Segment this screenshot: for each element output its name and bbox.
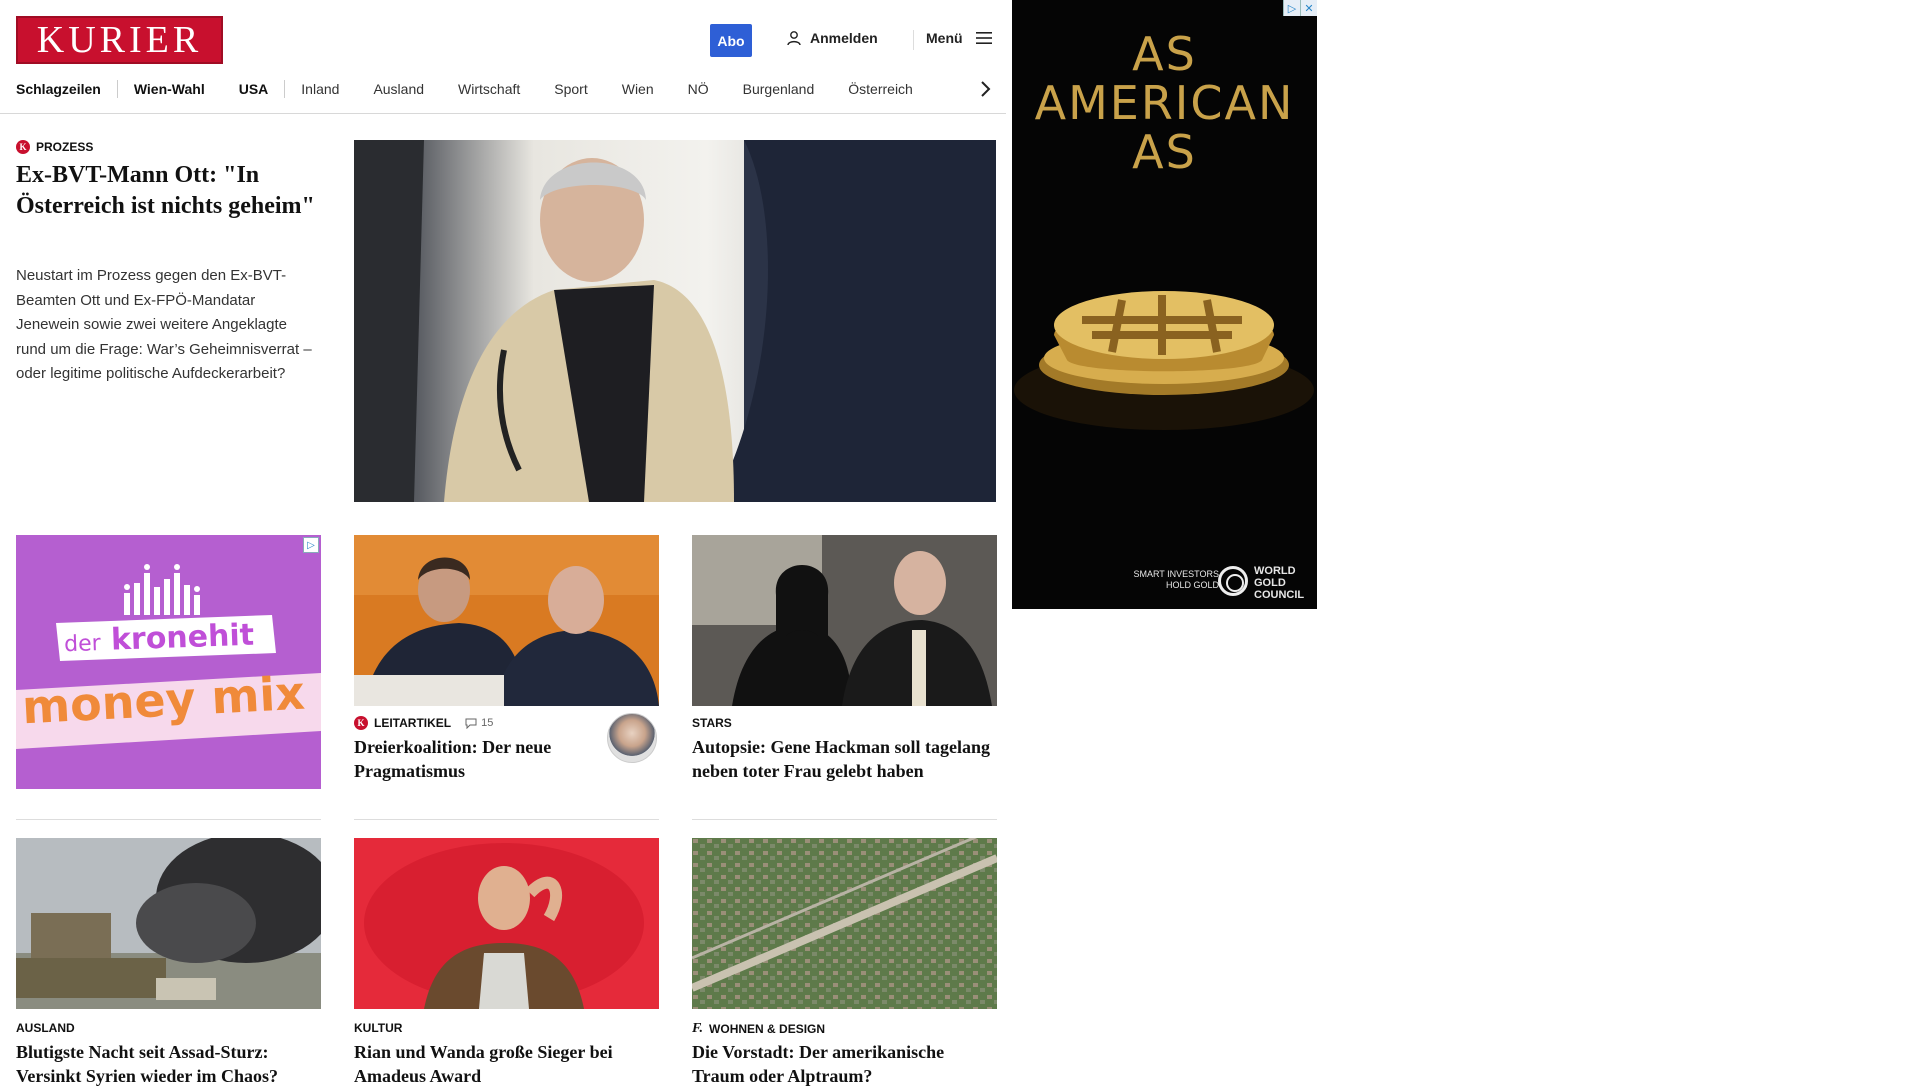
nav-item-wien-wahl[interactable]: Wien-Wahl (134, 81, 205, 97)
comment-icon (465, 718, 477, 729)
nav-item-sport[interactable]: Sport (554, 81, 587, 97)
user-icon (787, 31, 801, 46)
kurier-homepage: KURIER Abo Anmelden Menü Schlagzeilen Wi… (0, 0, 1010, 1086)
lead-headline[interactable]: Ex-BVT-Mann Ott: "In Österreich ist nich… (16, 160, 316, 222)
abo-button[interactable]: Abo (710, 24, 752, 57)
kurier-plus-badge-icon: K (354, 716, 368, 730)
card-kicker-leitartikel: K LEITARTIKEL 15 (354, 716, 493, 730)
comment-count[interactable]: 15 (465, 717, 493, 729)
nav-item-inland[interactable]: Inland (301, 81, 339, 97)
section-nav: Schlagzeilen Wien-Wahl USA Inland Auslan… (16, 76, 1000, 102)
kronehit-ad-line1: der kronehit (63, 617, 255, 660)
ad-brand-line3: COUNCIL (1254, 589, 1305, 601)
world-gold-council-logo-icon (1218, 566, 1248, 596)
card-title-syrien[interactable]: Blutigste Nacht seit Assad-Sturz: Versin… (16, 1040, 321, 1088)
comment-count-value: 15 (481, 717, 494, 729)
card-image-syrien[interactable] (16, 838, 321, 1009)
card-kicker-ausland: AUSLAND (16, 1021, 75, 1035)
menu-label: Menü (926, 30, 963, 46)
card-kicker-label: KULTUR (354, 1021, 403, 1035)
nav-item-ausland[interactable]: Ausland (373, 81, 424, 97)
menu-button[interactable]: Menü (926, 30, 993, 46)
row-divider (692, 819, 997, 820)
lead-teaser[interactable]: Neustart im Prozess gegen den Ex-BVT-Bea… (16, 264, 321, 387)
card-kicker-label: WOHNEN & DESIGN (709, 1022, 826, 1036)
nav-item-wirtschaft[interactable]: Wirtschaft (458, 81, 520, 97)
card-image-dreierkoalition[interactable] (354, 535, 659, 706)
card-title-hackman[interactable]: Autopsie: Gene Hackman soll tagelang neb… (692, 735, 997, 783)
card-title-dreierkoalition[interactable]: Dreierkoalition: Der neue Pragmatismus (354, 735, 584, 783)
nav-divider-line (0, 113, 1006, 114)
ad-brand-line2: GOLD (1254, 577, 1286, 589)
nav-item-schlagzeilen[interactable]: Schlagzeilen (16, 81, 101, 97)
card-title-vorstadt[interactable]: Die Vorstadt: Der amerikanische Traum od… (692, 1040, 997, 1088)
close-icon[interactable]: ✕ (1300, 0, 1317, 16)
row-divider (354, 819, 659, 820)
author-avatar (607, 713, 657, 763)
ad-headline-line3: AS (1132, 125, 1197, 179)
login-button[interactable]: Anmelden (786, 30, 878, 46)
card-kicker-wohnen: f. WOHNEN & DESIGN (692, 1021, 825, 1037)
freizeit-logo-icon: f. (692, 1021, 704, 1036)
card-kicker-label: AUSLAND (16, 1021, 75, 1035)
nav-item-oesterreich[interactable]: Österreich (848, 81, 913, 97)
card-image-hackman[interactable] (692, 535, 997, 706)
kurier-logo[interactable]: KURIER (16, 16, 223, 64)
nav-item-noe[interactable]: NÖ (688, 81, 709, 97)
adchoices-icon[interactable]: ▷ (1283, 0, 1300, 16)
gold-pie-image (1014, 291, 1314, 430)
kronehit-ad[interactable]: ▷ der kronehit money mix (16, 535, 321, 789)
crown-icon (124, 564, 200, 615)
login-label: Anmelden (810, 30, 878, 46)
world-gold-council-ad[interactable]: ▷ ✕ AS AMERICAN AS SMART INVESTORS HOLD … (1012, 0, 1317, 609)
ad-headline-line1: AS (1132, 27, 1197, 81)
lead-kicker-label: PROZESS (36, 140, 94, 154)
card-title-amadeus[interactable]: Rian und Wanda große Sieger bei Amadeus … (354, 1040, 659, 1088)
chevron-right-icon[interactable] (978, 79, 992, 99)
card-kicker-kultur: KULTUR (354, 1021, 402, 1035)
ad-tagline-line2: HOLD GOLD (1165, 580, 1219, 590)
ad-headline-line2: AMERICAN (1034, 76, 1295, 130)
hamburger-icon (975, 32, 992, 44)
card-image-vorstadt[interactable] (692, 838, 997, 1009)
nav-divider (116, 80, 118, 98)
card-image-amadeus[interactable] (354, 838, 659, 1009)
card-kicker-label: STARS (692, 716, 732, 730)
kronehit-ad-der: der (63, 631, 102, 658)
ad-brand: WORLD GOLD COUNCIL (1254, 565, 1304, 601)
row-divider (16, 819, 321, 820)
adchoices[interactable]: ▷ ✕ (1283, 0, 1317, 16)
nav-divider (284, 80, 286, 98)
card-kicker-label: LEITARTIKEL (374, 716, 452, 730)
kronehit-ad-brand: kronehit (110, 617, 255, 658)
ad-tagline: SMART INVESTORS HOLD GOLD (1117, 569, 1219, 591)
lead-kicker: K PROZESS (16, 140, 93, 154)
kurier-plus-badge-icon: K (16, 140, 30, 154)
nav-item-wien[interactable]: Wien (622, 81, 654, 97)
header-divider (913, 30, 914, 50)
adchoices-icon[interactable]: ▷ (303, 537, 319, 553)
card-kicker-stars: STARS (692, 716, 732, 730)
nav-item-usa[interactable]: USA (239, 81, 269, 97)
nav-item-burgenland[interactable]: Burgenland (743, 81, 815, 97)
ad-tagline-line1: SMART INVESTORS (1133, 569, 1219, 579)
lead-image[interactable] (354, 140, 996, 502)
ad-brand-line1: WORLD (1254, 565, 1296, 577)
ad-headline: AS AMERICAN AS (1012, 30, 1317, 177)
